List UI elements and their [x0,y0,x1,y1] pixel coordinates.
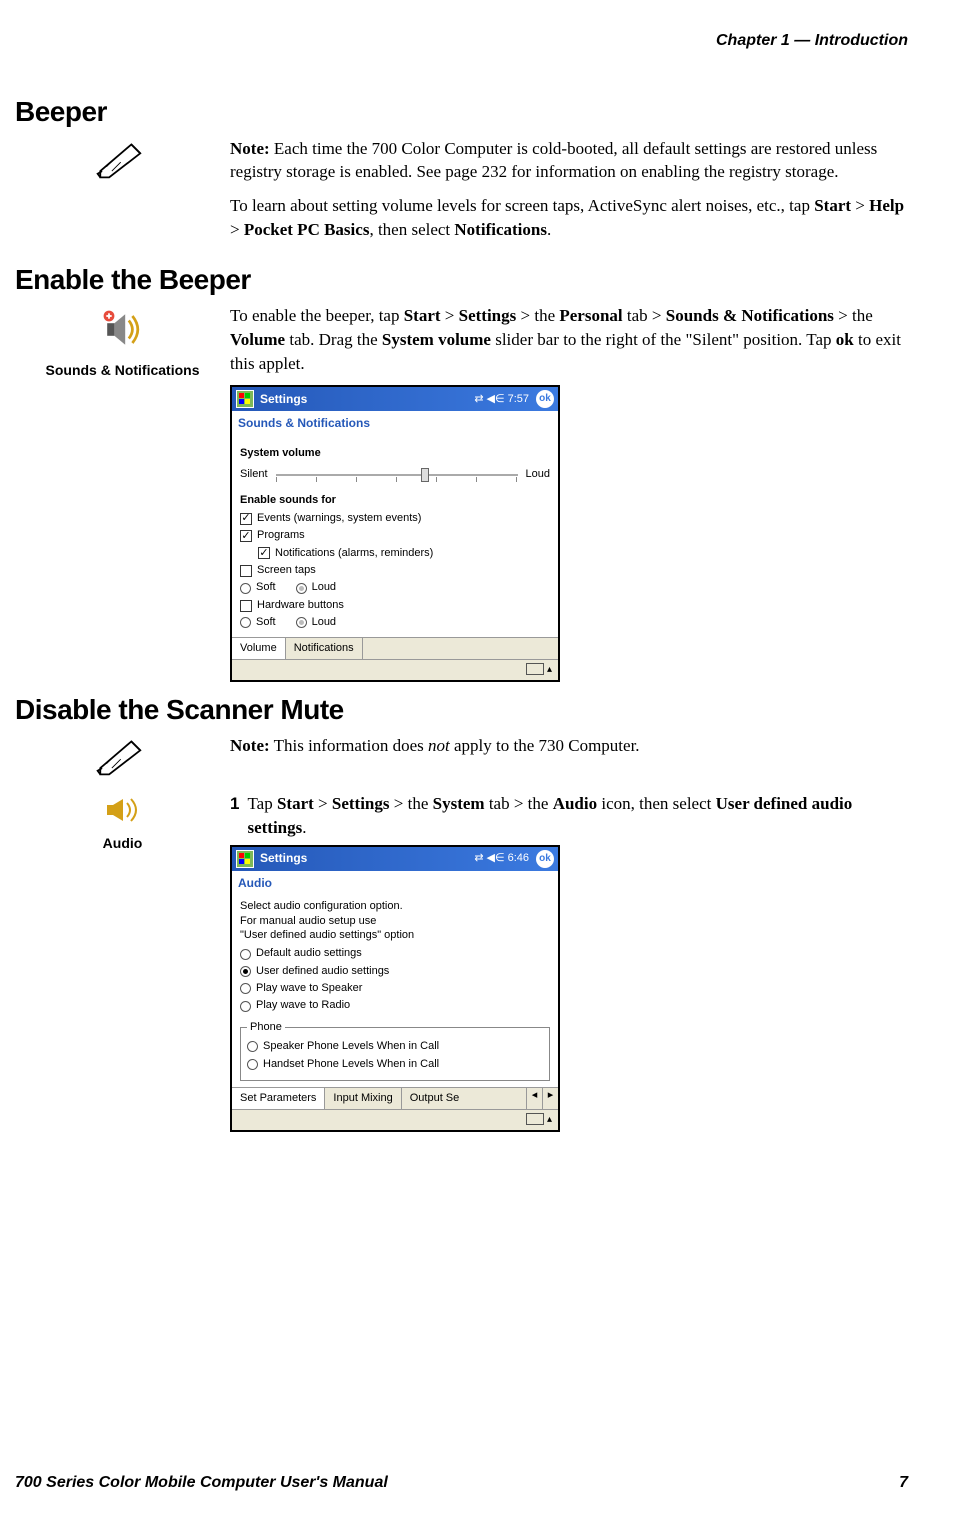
opt-default: Default audio settings [256,946,362,961]
note-text: Each time the 700 Color Computer is cold… [230,139,877,182]
page-header: Chapter 1 — Introduction [15,30,908,52]
connectivity-icon: ⇄ [474,392,483,407]
heading-enable-beeper: Enable the Beeper [15,260,908,299]
radio-user-defined[interactable] [240,966,251,977]
screenshot-sounds-notifications: Settings ⇄ ◀∈ 7:57 ok Sounds & Notificat… [230,385,560,682]
step-1: 1 Tap Start > Settings > the System tab … [230,792,908,840]
screenshot-audio: Settings ⇄ ◀∈ 6:46 ok Audio Select audio… [230,845,560,1133]
checkbox-programs[interactable] [240,530,252,542]
heading-beeper: Beeper [15,92,908,131]
enable-paragraph: To enable the beeper, tap Start > Settin… [230,304,908,375]
phone-legend: Phone [247,1020,285,1035]
radio-wave-radio[interactable] [240,1001,251,1012]
clock-time: 7:57 [508,392,529,407]
radio-default-audio[interactable] [240,949,251,960]
soft-label-2: Soft [256,615,276,630]
system-tray: ⇄ ◀∈ 7:57 ok [474,390,554,408]
opt-user: User defined audio settings [256,964,389,979]
connectivity-icon: ⇄ [474,851,483,866]
radio-handset-phone[interactable] [247,1059,258,1070]
checkbox-hardware-buttons[interactable] [240,600,252,612]
keyboard-icon[interactable] [526,1113,544,1125]
manual-title: 700 Series Color Mobile Computer User's … [15,1472,388,1494]
keyboard-icon[interactable] [526,663,544,675]
tab-input-mixing[interactable]: Input Mixing [325,1088,401,1109]
enable-sounds-label: Enable sounds for [240,493,550,508]
soft-label-1: Soft [256,580,276,595]
learn-paragraph: To learn about setting volume levels for… [230,194,908,242]
phone-group: Phone Speaker Phone Levels When in Call … [240,1020,550,1081]
page-footer: 700 Series Color Mobile Computer User's … [15,1472,908,1494]
titlebar-text: Settings [260,391,474,408]
radio-hw-soft[interactable] [240,617,251,628]
hw-buttons-label: Hardware buttons [257,598,344,613]
screen-taps-label: Screen taps [257,563,316,578]
system-volume-label: System volume [240,446,550,461]
note-label: Note: [230,736,270,755]
radio-hw-loud[interactable] [296,617,307,628]
volume-slider[interactable] [276,465,518,485]
system-tray: ⇄ ◀∈ 6:46 ok [474,850,554,868]
tab-set-parameters[interactable]: Set Parameters [232,1088,325,1109]
loud-label-2: Loud [312,615,336,630]
disable-note: Note: This information does not apply to… [230,734,908,758]
heading-disable-scanner-mute: Disable the Scanner Mute [15,690,908,729]
volume-tray-icon: ◀∈ [487,392,505,407]
programs-label: Programs [257,528,305,543]
tab-bar: Set Parameters Input Mixing Output Se ◂▸ [232,1087,558,1109]
radio-taps-loud[interactable] [296,583,307,594]
volume-tray-icon: ◀∈ [487,851,505,866]
note-icon [95,165,150,184]
sounds-notifications-icon [100,337,145,356]
tab-notifications[interactable]: Notifications [286,638,363,659]
radio-speaker-phone[interactable] [247,1041,258,1052]
ok-button[interactable]: ok [536,850,554,868]
applet-title: Sounds & Notifications [232,411,558,436]
checkbox-events[interactable] [240,513,252,525]
note-label: Note: [230,139,270,158]
start-flag-icon[interactable] [236,850,254,868]
opt-radio: Play wave to Radio [256,998,350,1013]
notifications-label: Notifications (alarms, reminders) [275,546,433,561]
loud-label-1: Loud [312,580,336,595]
silent-label: Silent [240,467,268,482]
intro-text: Select audio configuration option. For m… [240,899,550,942]
tab-output[interactable]: Output Se [402,1088,468,1109]
opt-speaker: Play wave to Speaker [256,981,362,996]
checkbox-screen-taps[interactable] [240,565,252,577]
tab-volume[interactable]: Volume [232,638,286,659]
tab-scroll-left[interactable]: ◂ [526,1088,542,1109]
radio-taps-soft[interactable] [240,583,251,594]
sip-arrow-icon[interactable]: ▴ [547,1113,552,1127]
audio-icon-label: Audio [15,834,230,854]
ok-button[interactable]: ok [536,390,554,408]
sip-arrow-icon[interactable]: ▴ [547,663,552,677]
audio-icon [103,810,143,829]
clock-time: 6:46 [508,851,529,866]
tab-scroll-right[interactable]: ▸ [542,1088,558,1109]
step-number: 1 [230,792,239,840]
tab-bar: Volume Notifications [232,637,558,659]
applet-title: Audio [232,871,558,896]
checkbox-notifications[interactable] [258,547,270,559]
titlebar-text: Settings [260,850,474,867]
slider-thumb[interactable] [421,468,429,482]
events-label: Events (warnings, system events) [257,511,421,526]
page-number: 7 [899,1472,908,1494]
note-paragraph: Note: Each time the 700 Color Computer i… [230,137,908,185]
opt-speaker-phone: Speaker Phone Levels When in Call [263,1039,439,1054]
start-flag-icon[interactable] [236,390,254,408]
note-icon [95,762,150,781]
sounds-icon-label: Sounds & Notifications [15,361,230,381]
radio-wave-speaker[interactable] [240,983,251,994]
opt-handset-phone: Handset Phone Levels When in Call [263,1057,439,1072]
loud-label: Loud [526,467,550,482]
